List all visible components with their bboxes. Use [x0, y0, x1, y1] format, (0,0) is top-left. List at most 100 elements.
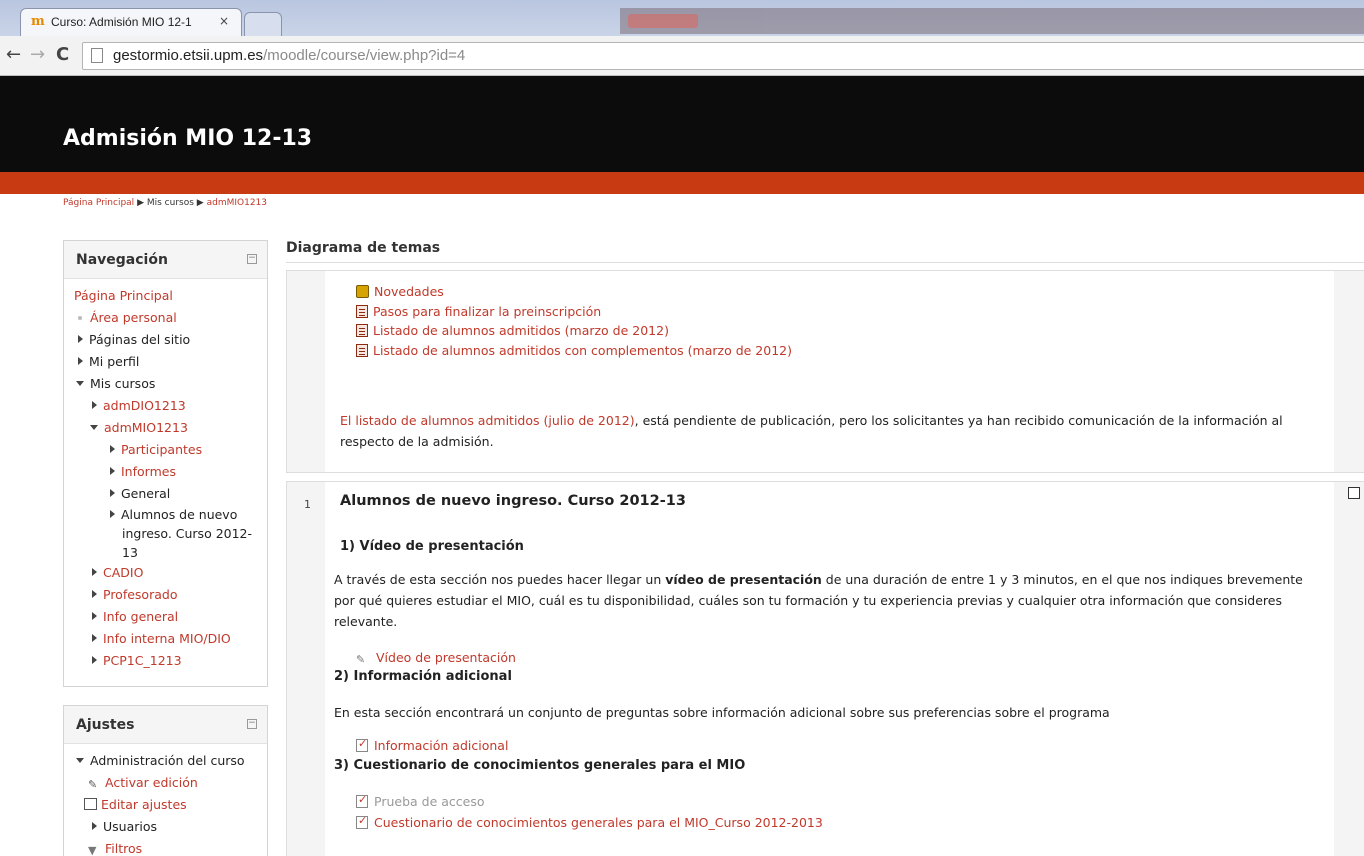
expand-triangle-icon[interactable]	[110, 445, 115, 453]
settings-item-label[interactable]: Administración del curso	[90, 753, 245, 768]
nav-item-reports[interactable]: Informes	[64, 461, 267, 483]
breadcrumb-current-course[interactable]: admMIO1213	[207, 198, 267, 208]
resource-steps-pdf[interactable]: Pasos para finalizar la preinscripción	[356, 304, 601, 319]
expand-triangle-icon[interactable]	[92, 612, 97, 620]
expand-triangle-icon[interactable]	[110, 489, 115, 497]
nav-item-profile[interactable]: Mi perfil	[64, 351, 267, 373]
nav-item-label[interactable]: ingreso. Curso 2012-	[110, 526, 252, 541]
nav-item-label[interactable]: Profesorado	[103, 587, 177, 602]
browser-tab-active[interactable]: m Curso: Admisión MIO 12-1 ×	[20, 8, 242, 36]
expand-triangle-icon[interactable]	[92, 822, 97, 830]
address-bar[interactable]: gestormio.etsii.upm.es/moodle/course/vie…	[82, 42, 1364, 70]
expand-triangle-icon[interactable]	[92, 656, 97, 664]
nav-item-personal[interactable]: Área personal	[64, 307, 267, 329]
settings-item-label[interactable]: Editar ajustes	[101, 797, 187, 812]
resource-link[interactable]: Pasos para finalizar la preinscripción	[373, 304, 601, 319]
nav-item-label[interactable]: Info interna MIO/DIO	[103, 631, 231, 646]
collapse-block-icon[interactable]: −	[247, 254, 257, 264]
resource-news-forum[interactable]: Novedades	[356, 284, 444, 299]
activity-link[interactable]: Vídeo de presentación	[376, 650, 516, 665]
section-highlight-checkbox[interactable]	[1348, 487, 1360, 499]
nav-course-profesorado[interactable]: Profesorado	[64, 584, 267, 606]
nav-item-label[interactable]: CADIO	[103, 565, 143, 580]
collapse-block-icon[interactable]: −	[247, 719, 257, 729]
nav-item-label[interactable]: 13	[110, 545, 138, 560]
activity-link-hidden[interactable]: Prueba de acceso	[374, 794, 485, 809]
collapse-triangle-icon[interactable]	[90, 425, 98, 430]
resource-admitted-complements-pdf[interactable]: Listado de alumnos admitidos con complem…	[356, 343, 792, 358]
section-left-gutter	[287, 482, 325, 856]
nav-item-label[interactable]: Informes	[121, 464, 176, 479]
settings-item-filters[interactable]: ▼ Filtros	[64, 838, 267, 856]
admission-list-link[interactable]: El listado de alumnos admitidos (julio d…	[340, 413, 635, 428]
breadcrumb-separator-icon: ▶	[196, 198, 204, 208]
activity-general-quiz[interactable]: Cuestionario de conocimientos generales …	[356, 814, 823, 830]
activity-link[interactable]: Información adicional	[374, 738, 508, 753]
settings-item-edit-settings[interactable]: Editar ajustes	[64, 794, 267, 816]
nav-course-info-general[interactable]: Info general	[64, 606, 267, 628]
expand-triangle-icon[interactable]	[110, 510, 115, 518]
nav-item-label[interactable]: Info general	[103, 609, 178, 624]
activity-video[interactable]: ✎ Vídeo de presentación	[356, 650, 516, 666]
settings-item-edit-on[interactable]: ✎ Activar edición	[64, 772, 267, 794]
activity-info[interactable]: Información adicional	[356, 737, 508, 753]
settings-item-admin[interactable]: Administración del curso	[64, 750, 267, 772]
breadcrumb-my-courses[interactable]: Mis cursos	[147, 198, 194, 208]
admission-note-text: , está pendiente de publicación, pero lo…	[634, 413, 1283, 428]
resource-link[interactable]: Novedades	[374, 284, 444, 299]
nav-item-label[interactable]: Participantes	[121, 442, 202, 457]
url-text[interactable]: gestormio.etsii.upm.es/moodle/course/vie…	[113, 47, 465, 64]
video-description-bold: vídeo de presentación	[665, 572, 822, 587]
nav-item-home[interactable]: Página Principal	[64, 285, 267, 307]
activity-access-test[interactable]: Prueba de acceso	[356, 793, 485, 809]
new-tab-button[interactable]	[244, 12, 282, 36]
expand-triangle-icon[interactable]	[92, 634, 97, 642]
expand-triangle-icon[interactable]	[92, 401, 97, 409]
settings-item-label[interactable]: Filtros	[105, 841, 142, 856]
forward-arrow-icon[interactable]: →	[30, 44, 45, 66]
resource-link[interactable]: Listado de alumnos admitidos con complem…	[373, 343, 792, 358]
nav-item-label[interactable]: Mis cursos	[90, 376, 155, 391]
nav-item-participants[interactable]: Participantes	[64, 439, 267, 461]
back-arrow-icon[interactable]: ←	[6, 44, 21, 66]
nav-item-label[interactable]: Alumnos de nuevo	[121, 507, 237, 522]
collapse-triangle-icon[interactable]	[76, 381, 84, 386]
nav-item-alumnos[interactable]: Alumnos de nuevo ingreso. Curso 2012- 13	[64, 505, 267, 562]
nav-item-site-pages[interactable]: Páginas del sitio	[64, 329, 267, 351]
assignment-icon: ✎	[356, 653, 366, 666]
expand-triangle-icon[interactable]	[92, 568, 97, 576]
tab-close-icon[interactable]: ×	[219, 14, 229, 28]
breadcrumb-home[interactable]: Página Principal	[63, 198, 134, 208]
expand-triangle-icon[interactable]	[78, 335, 83, 343]
nav-item-general[interactable]: General	[64, 483, 267, 505]
nav-item-label[interactable]: Área personal	[90, 310, 177, 325]
settings-item-label[interactable]: Activar edición	[105, 775, 198, 790]
nav-course-admdio[interactable]: admDIO1213	[64, 395, 267, 417]
nav-item-label[interactable]: admDIO1213	[103, 398, 186, 413]
nav-course-pcp[interactable]: PCP1C_1213	[64, 650, 267, 672]
topics-outline-title: Diagrama de temas	[286, 240, 441, 256]
video-description-text: de una duración de entre 1 y 3 minutos, …	[821, 572, 1303, 587]
nav-item-label[interactable]: Páginas del sitio	[89, 332, 190, 347]
settings-item-users[interactable]: Usuarios	[64, 816, 267, 838]
expand-triangle-icon[interactable]	[110, 467, 115, 475]
nav-item-label[interactable]: admMIO1213	[104, 420, 188, 435]
nav-item-my-courses[interactable]: Mis cursos	[64, 373, 267, 395]
nav-item-label[interactable]: Página Principal	[74, 288, 173, 303]
resource-link[interactable]: Listado de alumnos admitidos (marzo de 2…	[373, 323, 669, 338]
nav-course-info-interna[interactable]: Info interna MIO/DIO	[64, 628, 267, 650]
reload-icon[interactable]: C	[56, 44, 69, 66]
nav-item-label[interactable]: PCP1C_1213	[103, 653, 182, 668]
nav-item-label[interactable]: General	[121, 486, 170, 501]
nav-course-admmio[interactable]: admMIO1213	[64, 417, 267, 439]
moodle-favicon-icon: m	[31, 14, 45, 29]
resource-admitted-list-pdf[interactable]: Listado de alumnos admitidos (marzo de 2…	[356, 323, 669, 338]
settings-item-label[interactable]: Usuarios	[103, 819, 157, 834]
info-heading: 2) Información adicional	[334, 669, 512, 684]
activity-link[interactable]: Cuestionario de conocimientos generales …	[374, 815, 823, 830]
expand-triangle-icon[interactable]	[78, 357, 83, 365]
nav-item-label[interactable]: Mi perfil	[89, 354, 139, 369]
collapse-triangle-icon[interactable]	[76, 758, 84, 763]
expand-triangle-icon[interactable]	[92, 590, 97, 598]
nav-course-cadio[interactable]: CADIO	[64, 562, 267, 584]
